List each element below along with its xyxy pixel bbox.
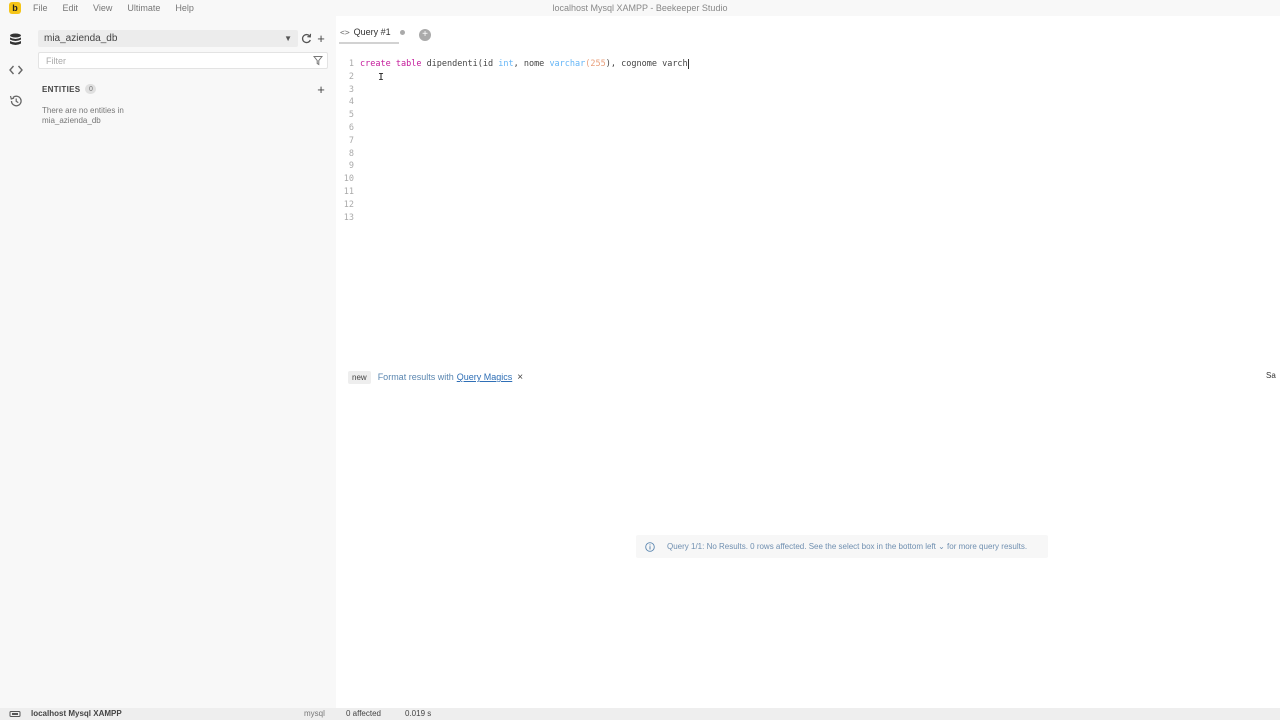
query-magics-link[interactable]: Query Magics [457,372,513,382]
beekeeper-logo-icon: b [9,2,21,14]
sql-keyword: create [360,59,391,69]
refresh-button[interactable] [299,31,313,45]
results-header: new Format results with Query Magics × S… [336,368,1280,386]
line-number: 1 [348,59,354,69]
sql-type: int [498,59,514,69]
status-bar: localhost Mysql XAMPP mysql 0 affected 0… [0,708,1280,720]
line-number: 9 [348,161,354,172]
unsaved-dot-icon[interactable] [399,29,405,35]
menu-view[interactable]: View [93,3,112,13]
filter-icon[interactable] [313,55,323,66]
query-result-message: Query 1/1: No Results. 0 rows affected. … [636,535,1048,558]
info-icon [645,541,655,552]
results-panel: Query 1/1: No Results. 0 rows affected. … [336,388,1280,706]
sidebar: mia_azienda_db ▼ + ENTITIES 0 + There ar… [31,16,336,708]
code-icon[interactable] [8,62,23,77]
line-number-gutter: 1 2 3 4 5 6 7 8 9 10 11 12 13 [336,58,354,224]
line-number: 12 [343,199,354,210]
caret-down-icon: ▼ [284,34,292,43]
refresh-icon [301,33,311,43]
sql-type: varchar [549,59,586,69]
mouse-ibeam-cursor-icon: I [378,72,385,83]
code-line-1[interactable]: create table dipendenti(id int, nome var… [360,58,689,71]
line-number: 2 [348,71,354,82]
database-select[interactable]: mia_azienda_db ▼ [38,30,298,47]
sql-number: 255 [590,59,606,69]
entities-title: ENTITIES [42,84,81,94]
close-icon[interactable]: × [517,372,523,383]
entity-filter[interactable] [38,52,328,69]
line-number: 11 [343,186,354,197]
menu-ultimate[interactable]: Ultimate [127,3,160,13]
line-number: 10 [343,174,354,185]
new-tab-button[interactable]: + [419,29,431,41]
line-number: 13 [343,212,354,223]
query-editor[interactable]: 1 2 3 4 5 6 7 8 9 10 11 12 13 create tab… [336,56,1280,356]
line-number: 8 [348,148,354,159]
text-caret [687,58,689,69]
result-message-text: Query 1/1: No Results. 0 rows affected. … [667,542,1028,551]
sql-identifier: nome [523,59,545,69]
line-number: 5 [348,110,354,121]
sql-keyword: table [395,59,422,69]
query-magics-text: Format results with [377,372,454,382]
database-icon[interactable] [8,32,23,47]
menu-edit[interactable]: Edit [63,3,79,13]
query-time: 0.019 s [405,709,432,718]
sql-identifier: dipendenti(id [426,59,494,69]
sql-punctuation: , [513,59,519,69]
tab-bar: <> Query #1 + [336,16,1280,46]
database-select-value: mia_azienda_db [44,33,118,44]
sql-punctuation: ), [605,59,616,69]
code-icon: <> [340,27,350,37]
empty-message-db: mia_azienda_db [42,116,101,125]
activity-rail [0,16,31,708]
rows-affected: 0 affected [346,709,381,718]
empty-message-line: There are no entities in [42,106,124,115]
menu-file[interactable]: File [33,3,48,13]
new-badge: new [348,370,371,384]
save-button[interactable]: Sa [1266,371,1276,380]
line-number: 4 [348,97,354,108]
connection-name[interactable]: localhost Mysql XAMPP [31,709,122,718]
tab-label: Query #1 [353,27,391,37]
add-entity-button[interactable]: + [314,82,328,97]
sql-identifier: cognome [621,59,657,69]
history-icon[interactable] [8,93,23,108]
menu-bar: File Edit View Ultimate Help [33,3,209,13]
entities-header: ENTITIES 0 [42,84,97,94]
title-bar: b File Edit View Ultimate Help localhost… [0,0,1280,16]
tab-query-1[interactable]: <> Query #1 [340,27,405,37]
active-tab-indicator [339,42,399,44]
line-number: 3 [348,84,354,95]
dialect-label: mysql [304,709,325,718]
line-number: 6 [348,122,354,133]
entities-count-badge: 0 [85,84,97,94]
connection-icon[interactable] [9,710,21,718]
add-connection-button[interactable]: + [314,30,328,46]
filter-input[interactable] [39,55,299,66]
empty-entities-message: There are no entities in mia_azienda_db [42,106,162,126]
line-number: 7 [348,135,354,146]
sql-identifier: varch [662,59,688,69]
menu-help[interactable]: Help [175,3,194,13]
